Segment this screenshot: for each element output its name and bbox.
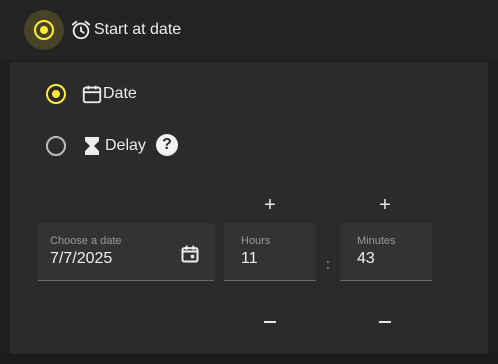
- minutes-increment-button[interactable]: +: [371, 191, 399, 219]
- delay-option-label[interactable]: Delay: [105, 137, 146, 155]
- hours-decrement-button[interactable]: −: [256, 308, 284, 336]
- calendar-icon: [82, 85, 102, 104]
- delay-option-radio[interactable]: [46, 136, 66, 156]
- hours-field[interactable]: Hours 11: [224, 223, 316, 281]
- start-at-date-radio[interactable]: [34, 20, 54, 40]
- bottom-edge: [0, 354, 498, 364]
- time-separator: :: [326, 256, 330, 272]
- minutes-field[interactable]: Minutes 43: [340, 223, 432, 281]
- date-option-radio[interactable]: [46, 84, 66, 104]
- alarm-clock-icon: [71, 20, 91, 40]
- hours-field-value[interactable]: 11: [241, 250, 258, 268]
- minutes-field-value[interactable]: 43: [357, 250, 375, 268]
- help-icon[interactable]: ?: [156, 134, 178, 156]
- date-field-value[interactable]: 7/7/2025: [50, 250, 112, 268]
- date-field-label: Choose a date: [50, 235, 122, 247]
- hours-field-label: Hours: [241, 235, 271, 247]
- date-field[interactable]: Choose a date 7/7/2025: [38, 223, 214, 281]
- minus-icon: [379, 321, 391, 323]
- calendar-picker-icon[interactable]: [180, 244, 200, 264]
- schedule-panel: [10, 62, 488, 354]
- hourglass-icon: [85, 137, 99, 155]
- minutes-field-label: Minutes: [357, 235, 396, 247]
- minus-icon: [264, 321, 276, 323]
- start-at-date-label: Start at date: [94, 21, 182, 38]
- date-option-label[interactable]: Date: [103, 85, 137, 103]
- minutes-decrement-button[interactable]: −: [371, 308, 399, 336]
- hours-increment-button[interactable]: +: [256, 191, 284, 219]
